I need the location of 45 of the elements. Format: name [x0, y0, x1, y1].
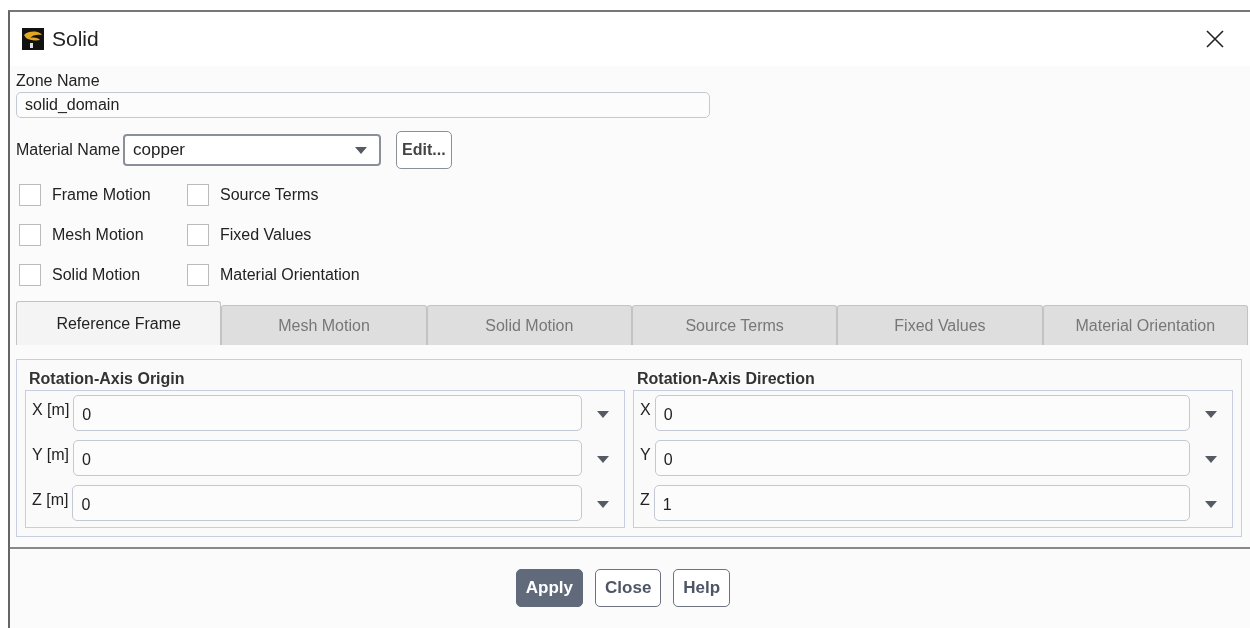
zone-name-field[interactable]: solid_domain — [16, 92, 710, 118]
input-field[interactable]: 0 — [73, 440, 582, 476]
checkbox[interactable] — [187, 224, 209, 246]
group-title: Rotation-Axis Origin — [28, 369, 186, 389]
checkbox[interactable] — [19, 184, 41, 206]
dropdown-caret-icon[interactable] — [1205, 455, 1217, 463]
field-label: X [m] — [32, 400, 70, 419]
checkbox-label: Material Orientation — [220, 266, 360, 284]
checkbox[interactable] — [19, 224, 41, 246]
field-label: X — [640, 400, 651, 419]
app-logo-icon — [22, 28, 44, 50]
checkbox[interactable] — [187, 184, 209, 206]
checkbox[interactable] — [19, 264, 41, 286]
checkbox-label: Fixed Values — [220, 226, 312, 244]
tab[interactable]: Reference Frame — [16, 301, 222, 345]
field-label: Z [m] — [32, 490, 69, 509]
dropdown-caret-icon[interactable] — [597, 455, 609, 463]
input-field[interactable]: 0 — [72, 485, 582, 521]
input-field[interactable]: 0 — [654, 395, 1190, 431]
field-label: Material Name — [16, 141, 121, 159]
dialog-button[interactable]: Close — [595, 569, 662, 607]
dropdown-caret-icon[interactable] — [355, 146, 368, 154]
checkbox-label: Frame Motion — [52, 186, 151, 204]
dropdown-caret-icon[interactable] — [1205, 500, 1217, 508]
checkbox-label: Source Terms — [220, 186, 319, 204]
field-label: Zone Name — [16, 72, 100, 90]
field-label: Z — [640, 490, 650, 509]
input-field[interactable]: 0 — [73, 395, 582, 431]
window-title: Solid — [52, 27, 100, 51]
apply-button[interactable]: Apply — [515, 569, 584, 607]
close-icon[interactable] — [1206, 30, 1224, 48]
dialog-button[interactable]: Help — [673, 569, 731, 607]
edit-button[interactable]: Edit... — [396, 131, 452, 169]
field-label: Y — [640, 445, 651, 464]
dropdown-caret-icon[interactable] — [597, 410, 609, 418]
checkbox-label: Solid Motion — [52, 266, 141, 284]
checkbox[interactable] — [187, 264, 209, 286]
material-dropdown[interactable]: copper — [123, 134, 382, 166]
dropdown-caret-icon[interactable] — [1205, 410, 1217, 418]
checkbox-label: Mesh Motion — [52, 226, 144, 244]
input-field[interactable]: 0 — [654, 440, 1190, 476]
input-field[interactable]: 1 — [653, 485, 1190, 521]
dropdown-caret-icon[interactable] — [597, 500, 609, 508]
field-label: Y [m] — [32, 445, 70, 464]
group-title: Rotation-Axis Direction — [636, 369, 816, 389]
